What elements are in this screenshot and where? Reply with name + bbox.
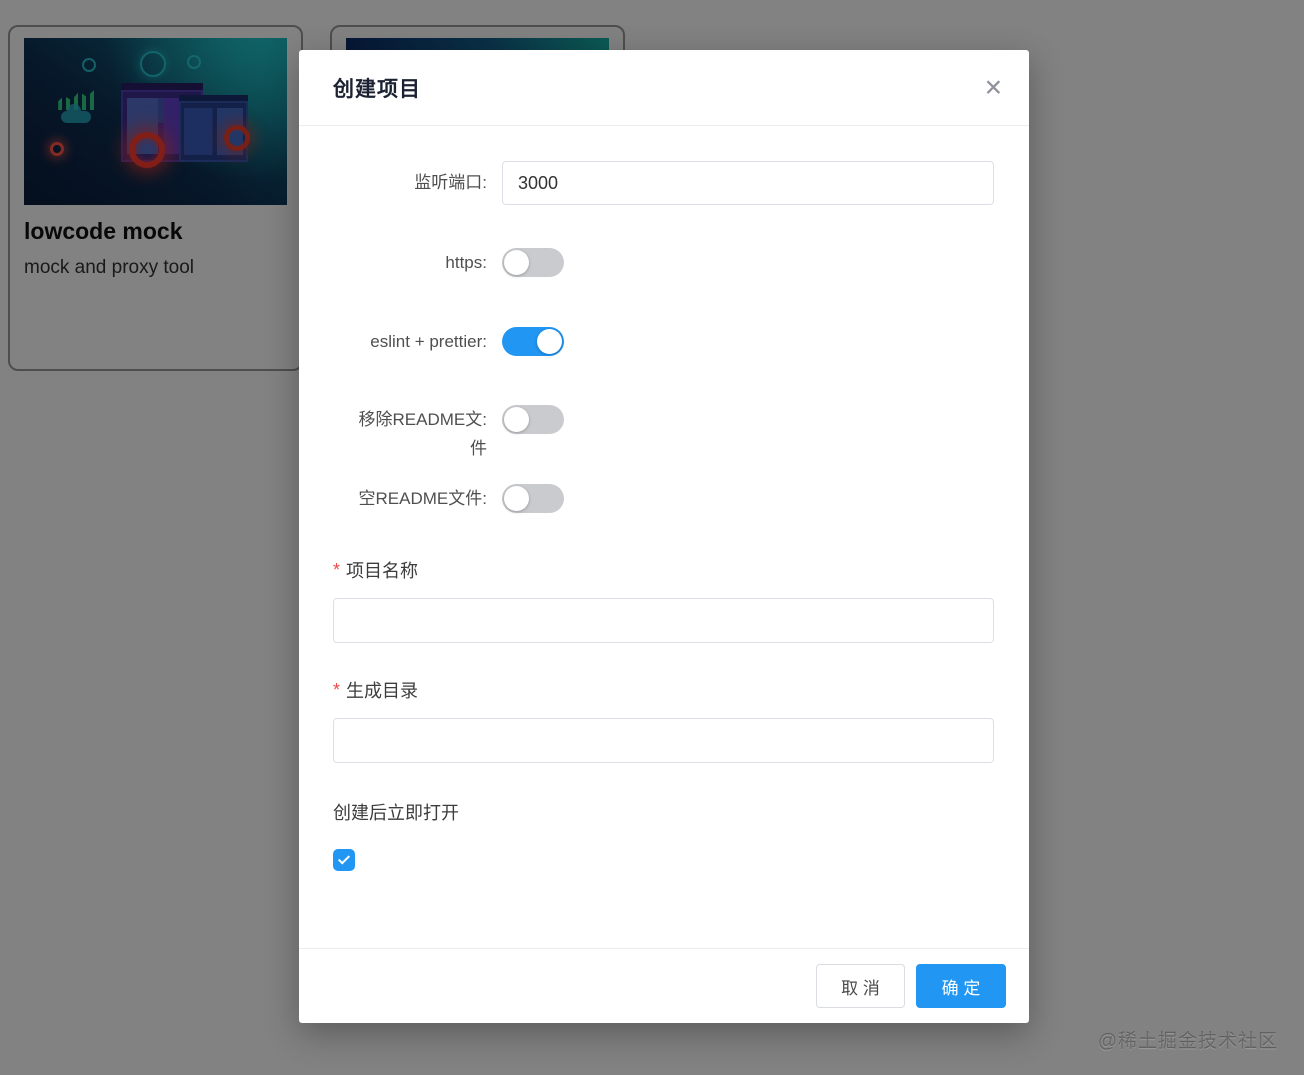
watermark: @稀土掘金技术社区: [1098, 1026, 1278, 1053]
close-icon[interactable]: ✕: [984, 76, 1003, 99]
output-dir-label: 生成目录: [346, 677, 418, 703]
https-row: https:: [333, 248, 994, 277]
create-project-dialog: 创建项目 ✕ 监听端口: https: eslint + prettier: 移…: [299, 50, 1029, 1023]
empty-readme-switch[interactable]: [502, 484, 564, 513]
dialog-title: 创建项目: [333, 73, 421, 103]
switch-knob: [504, 407, 529, 432]
dialog-footer: 取 消 确 定: [299, 948, 1029, 1023]
eslint-prettier-switch[interactable]: [502, 327, 564, 356]
output-dir-label-row: * 生成目录: [333, 676, 994, 704]
project-name-label: 项目名称: [346, 557, 418, 583]
eslint-prettier-label: eslint + prettier:: [333, 327, 487, 356]
switch-knob: [504, 486, 529, 511]
required-asterisk: *: [333, 680, 340, 701]
check-icon: [338, 852, 350, 864]
port-label: 监听端口:: [333, 161, 487, 205]
empty-readme-row: 空README文件:: [333, 484, 994, 513]
switch-knob: [537, 329, 562, 354]
project-name-label-row: * 项目名称: [333, 556, 994, 584]
remove-readme-row: 移除README文: 件: [333, 405, 994, 465]
port-input[interactable]: [502, 161, 994, 205]
dialog-header: 创建项目 ✕: [299, 50, 1029, 126]
dialog-body: 监听端口: https: eslint + prettier: 移除README…: [299, 161, 1029, 871]
project-name-input[interactable]: [333, 598, 994, 643]
required-asterisk: *: [333, 560, 340, 581]
remove-readme-label: 移除README文: 件: [333, 405, 487, 463]
switch-knob: [504, 250, 529, 275]
https-switch[interactable]: [502, 248, 564, 277]
projects-page: lowcode mock mock and proxy tool 创建项目 ✕ …: [0, 0, 1304, 1075]
remove-readme-switch[interactable]: [502, 405, 564, 434]
cancel-button[interactable]: 取 消: [816, 964, 905, 1008]
open-after-create-checkbox[interactable]: [333, 849, 355, 871]
confirm-button[interactable]: 确 定: [916, 964, 1006, 1008]
https-label: https:: [333, 248, 487, 277]
empty-readme-label: 空README文件:: [333, 484, 487, 513]
open-after-create-label: 创建后立即打开: [333, 799, 994, 825]
eslint-prettier-row: eslint + prettier:: [333, 327, 994, 356]
output-dir-input[interactable]: [333, 718, 994, 763]
port-field-row: 监听端口:: [333, 161, 994, 205]
